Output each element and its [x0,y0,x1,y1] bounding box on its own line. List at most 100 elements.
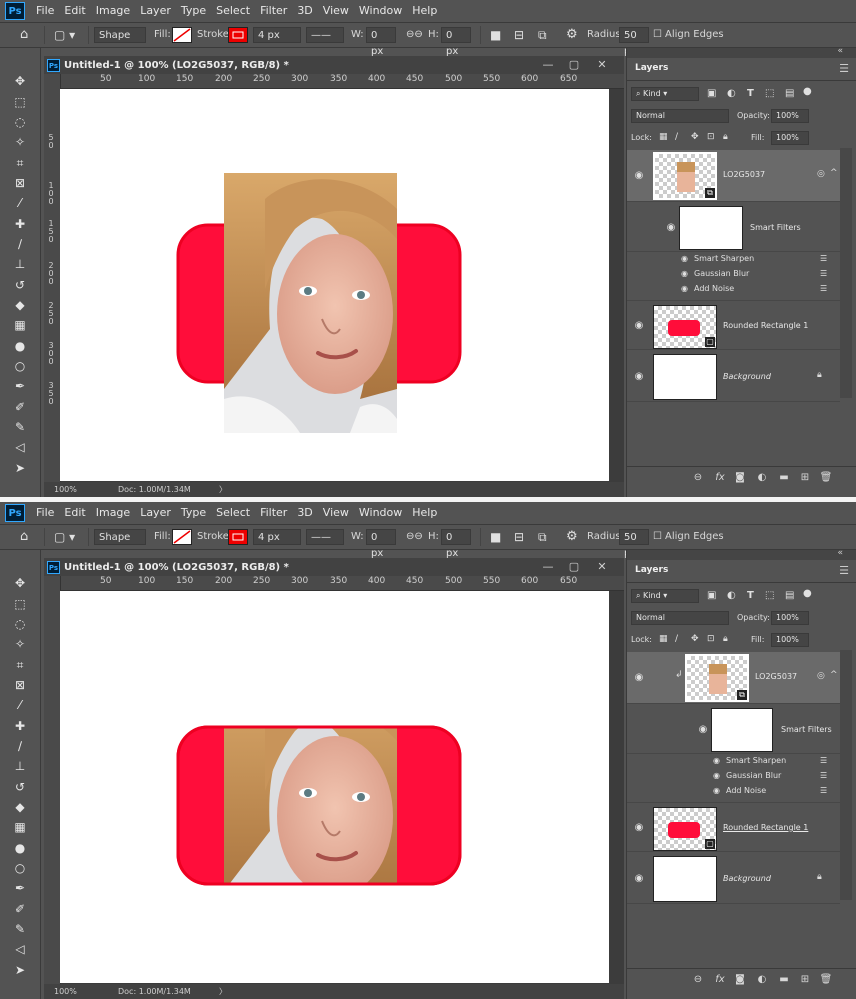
layer-background[interactable]: ◉ Background 🔒︎ [627,852,840,904]
menu-view[interactable]: View [318,502,354,524]
hand-icon[interactable]: ➤ [10,459,30,477]
filter-name[interactable]: Add Noise [726,786,766,795]
canvas[interactable] [60,89,609,481]
menu-layer[interactable]: Layer [135,0,176,22]
home-icon[interactable]: ⌂ [20,529,28,545]
eye-icon[interactable]: ◉ [713,771,720,780]
link-icon[interactable]: ⊖⊖ [406,529,423,545]
group-icon[interactable]: ▬ [777,973,791,987]
lasso-icon[interactable]: ◌ [10,615,30,633]
doc-size[interactable]: Doc: 1.00M/1.34M [118,482,191,497]
minimize-icon[interactable]: — [540,57,556,73]
menu-layer[interactable]: Layer [135,502,176,524]
filter-pixel-icon[interactable]: ▣ [707,590,716,601]
gradient-icon[interactable]: ▦ [10,316,30,334]
frame-icon[interactable]: ⊠ [10,676,30,694]
type-icon[interactable]: ✐ [10,900,30,918]
panel-menu-icon[interactable]: ☰ [839,564,849,577]
dodge-icon[interactable]: ○ [10,357,30,375]
fill-swatch[interactable] [172,27,192,43]
shape-icon[interactable]: ◁ [10,438,30,456]
smart-filters-label[interactable]: Smart Filters [781,725,832,734]
fill-input[interactable]: 100% [771,131,809,145]
filter-type-icon[interactable]: T [747,88,754,99]
path-align-icon[interactable]: ⊟ [514,27,524,43]
menu-select[interactable]: Select [211,502,255,524]
eye-icon[interactable]: ◉ [633,873,645,885]
menu-window[interactable]: Window [354,0,407,22]
filter-name[interactable]: Smart Sharpen [726,756,786,765]
layer-smart-filters[interactable]: ◉ Smart Filters [627,202,840,252]
layer-name[interactable]: Rounded Rectangle 1 [723,321,808,330]
zoom-level[interactable]: 100% [54,482,77,497]
trash-icon[interactable]: 🗑︎ [819,471,833,485]
move-icon[interactable]: ✥ [10,574,30,592]
panel-menu-icon[interactable]: ☰ [839,62,849,75]
fx-icon[interactable]: fx [713,973,727,987]
dodge-icon[interactable]: ○ [10,859,30,877]
path-select-icon[interactable]: ✎ [10,920,30,938]
eye-icon[interactable]: ◉ [713,786,720,795]
align-edges-checkbox[interactable]: ☐ [653,27,662,43]
smart-filters-label[interactable]: Smart Filters [750,223,801,232]
path-arrange-icon[interactable]: ⧉ [538,27,547,43]
menu-type[interactable]: Type [176,0,211,22]
history-brush-icon[interactable]: ↺ [10,276,30,294]
filter-item-gaussian-blur[interactable]: ◉ Gaussian Blur ☰ [627,771,840,785]
vertical-scrollbar[interactable] [610,591,624,984]
layers-tab[interactable]: Layers ☰ [627,560,856,583]
layer-smart-filters[interactable]: ◉ Smart Filters [627,704,840,754]
align-edges-checkbox[interactable]: ☐ [653,529,662,545]
lock-pixels-icon[interactable]: ∕ [675,634,678,644]
eye-icon[interactable]: ◉ [713,756,720,765]
layers-tab[interactable]: Layers ☰ [627,58,856,81]
crop-icon[interactable]: ⌗ [10,656,30,674]
crop-icon[interactable]: ⌗ [10,154,30,172]
menu-edit[interactable]: Edit [59,502,90,524]
menu-3d[interactable]: 3D [292,502,317,524]
new-layer-icon[interactable]: ⊞ [798,471,812,485]
link-icon[interactable]: ⊖⊖ [406,27,423,43]
new-layer-icon[interactable]: ⊞ [798,973,812,987]
filter-name[interactable]: Add Noise [694,284,734,293]
maximize-icon[interactable]: ▢ [566,57,582,73]
close-icon[interactable]: ✕ [594,559,610,575]
brush-icon[interactable]: ∕ [10,737,30,755]
vertical-scrollbar[interactable] [610,89,624,482]
filter-type-icon[interactable]: T [747,590,754,601]
document-tab[interactable]: Ps Untitled-1 @ 100% (LO2G5037, RGB/8) *… [44,56,624,74]
chevron-up-icon[interactable]: ^ [830,168,838,178]
layer-name[interactable]: Background [723,372,771,381]
layer-background[interactable]: ◉ Background 🔒︎ [627,350,840,402]
eye-icon[interactable]: ◉ [681,269,688,278]
menu-filter[interactable]: Filter [255,0,292,22]
panel-collapse-bar[interactable]: « [627,46,856,58]
opacity-input[interactable]: 100% [771,109,809,123]
type-icon[interactable]: ✐ [10,398,30,416]
menu-help[interactable]: Help [407,0,442,22]
lock-artboard-icon[interactable]: ⊡ [707,132,715,142]
mask-icon[interactable]: ◙ [733,471,747,485]
filter-pixel-icon[interactable]: ▣ [707,88,716,99]
gradient-icon[interactable]: ▦ [10,818,30,836]
filter-options-icon[interactable]: ☰ [820,771,827,780]
eye-icon[interactable]: ◉ [665,222,677,234]
menu-filter[interactable]: Filter [255,502,292,524]
photo-layer-clipped[interactable] [224,675,397,935]
magic-wand-icon[interactable]: ✧ [10,635,30,653]
path-arrange-icon[interactable]: ⧉ [538,529,547,545]
menu-file[interactable]: File [31,0,59,22]
w-input[interactable]: 0 px [366,529,396,559]
blur-icon[interactable]: ● [10,337,30,355]
gear-icon[interactable]: ⚙ [566,27,578,43]
clone-stamp-icon[interactable]: ⊥ [10,255,30,273]
group-icon[interactable]: ▬ [777,471,791,485]
lock-position-icon[interactable]: ✥ [691,634,699,644]
eye-icon[interactable]: ◉ [633,320,645,332]
stroke-width-input[interactable]: 4 px [253,27,301,43]
filter-smart-icon[interactable]: ▤ [785,88,794,99]
path-align-icon[interactable]: ⊟ [514,529,524,545]
filter-item-smart-sharpen[interactable]: ◉ Smart Sharpen ☰ [627,756,840,770]
eye-icon[interactable]: ◉ [633,170,645,182]
link-layers-icon[interactable]: ⊖ [691,973,705,987]
